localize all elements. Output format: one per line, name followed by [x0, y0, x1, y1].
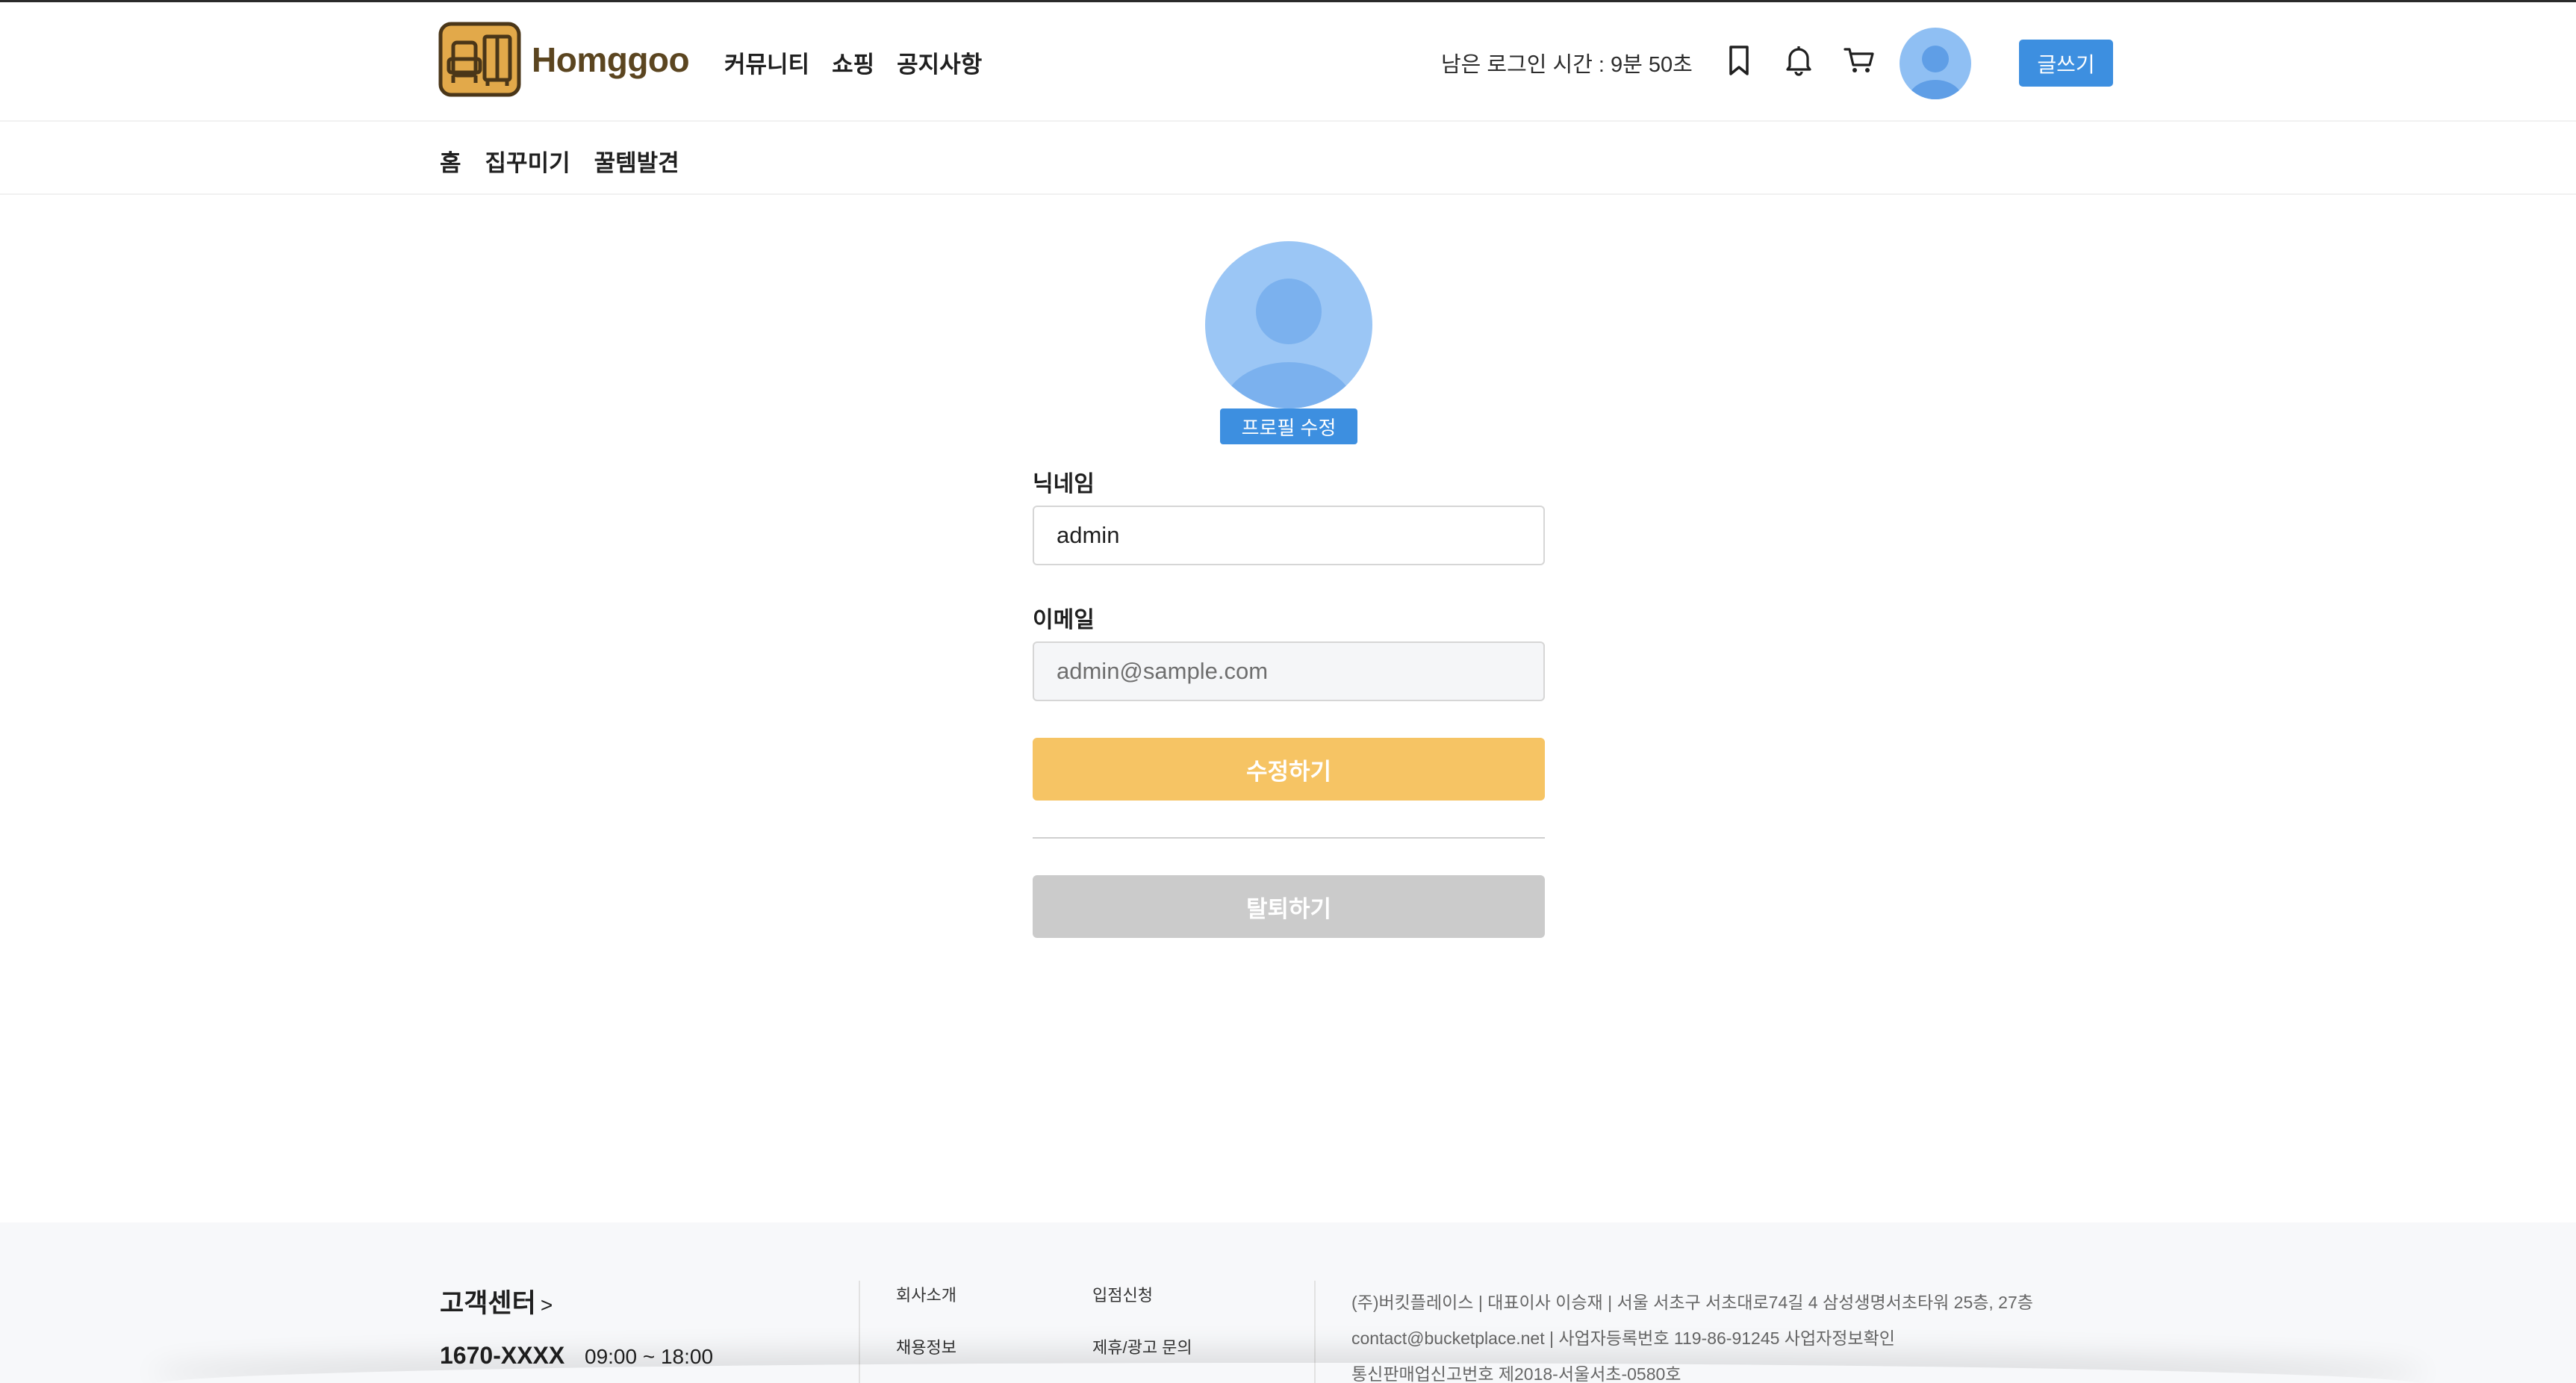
divider [1033, 837, 1545, 839]
footer: 고객센터 > 1670-XXXX 09:00 ~ 18:00 회사소개 입점신청 … [0, 1222, 2576, 1383]
footer-link-company[interactable]: 회사소개 [896, 1282, 956, 1306]
nav-community[interactable]: 커뮤니티 [724, 46, 809, 79]
nickname-label: 닉네임 [1033, 472, 1095, 497]
subnav-finds[interactable]: 꿀템발견 [594, 144, 679, 178]
login-timer: 남은 로그인 시간 : 9분 50초 [1441, 53, 1693, 77]
subnav-home[interactable]: 홈 [440, 144, 461, 178]
page: Homggoo 커뮤니티 쇼핑 공지사항 남은 로그인 시간 : 9분 50초 [0, 0, 2576, 1383]
footer-link-ad-inquiry[interactable]: 제휴/광고 문의 [1092, 1334, 1192, 1358]
submit-button[interactable]: 수정하기 [1033, 738, 1545, 801]
main-nav: 커뮤니티 쇼핑 공지사항 [724, 46, 982, 79]
bell-icon[interactable] [1782, 43, 1816, 77]
footer-link-careers[interactable]: 채용정보 [896, 1334, 956, 1358]
edit-profile-button[interactable]: 프로필 수정 [1220, 408, 1357, 444]
user-avatar[interactable] [1900, 28, 1971, 99]
bookmark-icon[interactable] [1722, 43, 1756, 77]
customer-center-title: 고객센터 [440, 1289, 536, 1318]
nav-notice[interactable]: 공지사항 [897, 46, 982, 79]
person-icon [1908, 46, 1962, 99]
write-button[interactable]: 글쓰기 [2019, 40, 2113, 87]
customer-center-hours: 09:00 ~ 18:00 [585, 1345, 714, 1368]
customer-center-link[interactable]: 고객센터 > [440, 1282, 553, 1320]
profile-avatar[interactable] [1205, 241, 1372, 408]
withdraw-button[interactable]: 탈퇴하기 [1033, 875, 1545, 938]
customer-center-phone: 1670-XXXX [440, 1342, 565, 1369]
chevron-right-icon: > [540, 1293, 553, 1317]
company-info-line: contact@bucketplace.net | 사업자등록번호 119-86… [1351, 1328, 1895, 1348]
nickname-input[interactable] [1033, 506, 1545, 565]
footer-link-partner-apply[interactable]: 입점신청 [1092, 1282, 1153, 1306]
logo-text: Homggoo [532, 40, 690, 79]
sub-nav: 홈 집꾸미기 꿀템발견 [0, 123, 2576, 195]
cart-icon[interactable] [1842, 43, 1876, 77]
subnav-decor[interactable]: 집꾸미기 [485, 144, 570, 178]
logo-icon [438, 22, 521, 97]
email-label: 이메일 [1033, 608, 1095, 633]
logo[interactable]: Homggoo [438, 22, 690, 97]
nav-shopping[interactable]: 쇼핑 [832, 46, 874, 79]
person-icon [1223, 279, 1354, 408]
email-input[interactable] [1033, 641, 1545, 701]
top-header: Homggoo 커뮤니티 쇼핑 공지사항 남은 로그인 시간 : 9분 50초 [0, 2, 2576, 122]
company-info-line: (주)버킷플레이스 | 대표이사 이승재 | 서울 서초구 서초대로74길 4 … [1351, 1293, 2033, 1312]
